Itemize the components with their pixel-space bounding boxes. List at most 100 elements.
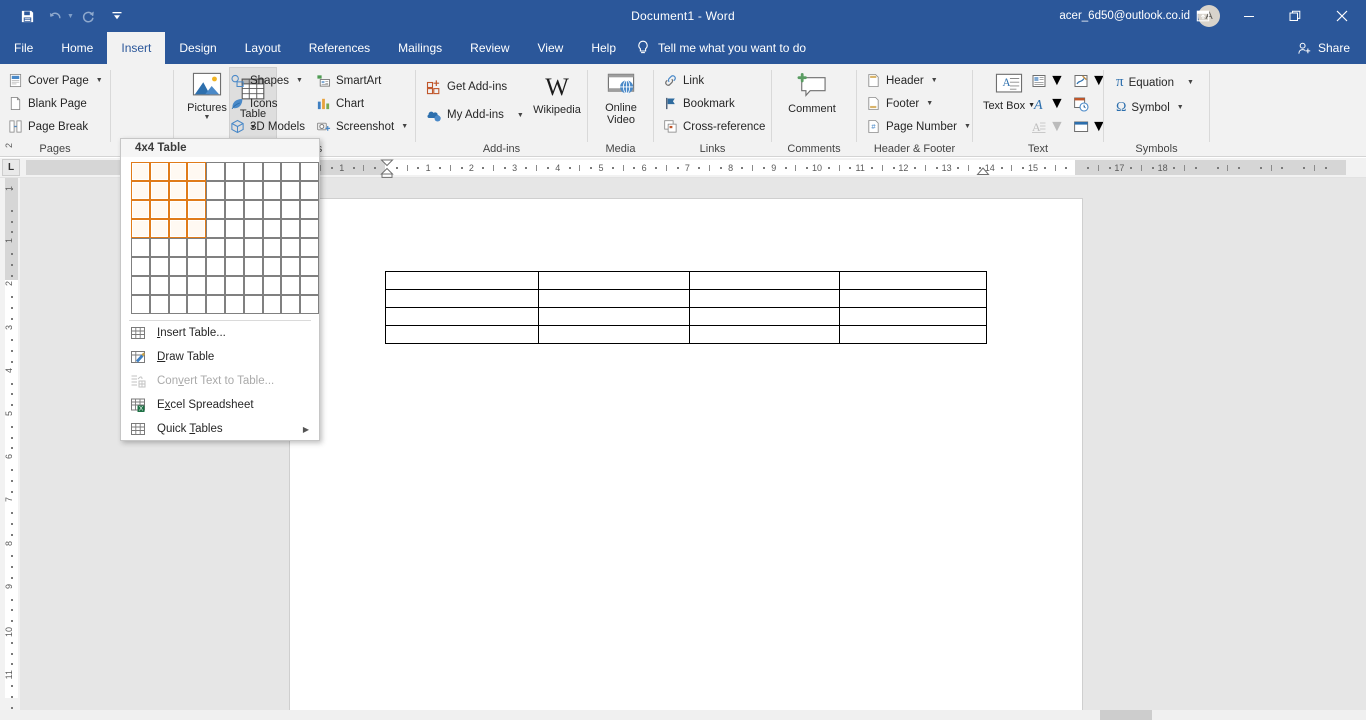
online-video-button[interactable]: Online Video xyxy=(593,68,649,126)
table-size-cell[interactable] xyxy=(149,238,169,257)
chevron-down-icon[interactable]: ▼ xyxy=(204,114,211,122)
page-number-button[interactable]: # Page Number ▼ xyxy=(866,115,971,138)
table-size-cell[interactable] xyxy=(131,162,150,181)
right-indent-marker[interactable] xyxy=(976,167,990,176)
table-size-cell[interactable] xyxy=(281,219,301,238)
table-cell[interactable] xyxy=(538,271,690,290)
tab-stop-selector[interactable]: L xyxy=(2,159,20,176)
table-size-cell[interactable] xyxy=(300,257,319,276)
table-size-cell[interactable] xyxy=(281,162,301,181)
menu-item-draw-table[interactable]: Draw Table xyxy=(121,345,319,369)
table-size-cell[interactable] xyxy=(131,257,150,276)
table-size-cell[interactable] xyxy=(131,238,150,257)
table-cell[interactable] xyxy=(688,289,840,308)
table-cell[interactable] xyxy=(838,271,988,290)
table-size-cell[interactable] xyxy=(187,181,207,200)
table-size-cell[interactable] xyxy=(187,276,207,295)
table-size-cell[interactable] xyxy=(149,200,169,219)
table-size-cell[interactable] xyxy=(187,238,207,257)
table-size-cell[interactable] xyxy=(149,276,169,295)
table-cell[interactable] xyxy=(538,325,690,344)
table-cell[interactable] xyxy=(538,289,690,308)
horizontal-scrollbar-thumb[interactable] xyxy=(1100,710,1152,720)
link-button[interactable]: Link xyxy=(663,69,765,92)
chevron-down-icon[interactable]: ▼ xyxy=(1177,104,1184,111)
table-size-cell[interactable] xyxy=(243,295,263,314)
table-size-cell[interactable] xyxy=(281,257,301,276)
table-size-cell[interactable] xyxy=(131,181,150,200)
table-cell[interactable] xyxy=(384,289,540,308)
get-add-ins-button[interactable]: Get Add-ins xyxy=(426,73,524,101)
table-size-grid-row[interactable] xyxy=(131,219,319,238)
table-size-grid-row[interactable] xyxy=(131,200,319,219)
table-size-cell[interactable] xyxy=(262,181,282,200)
tab-references[interactable]: References xyxy=(295,32,384,64)
table-cell[interactable] xyxy=(838,325,988,344)
document-page[interactable] xyxy=(290,199,1082,710)
share-button[interactable]: Share xyxy=(1289,32,1358,64)
table-size-cell[interactable] xyxy=(131,276,150,295)
table-size-grid-row[interactable] xyxy=(131,162,319,181)
text-box-button[interactable]: A Text Box ▼ xyxy=(981,68,1037,112)
table-size-cell[interactable] xyxy=(281,200,301,219)
table-size-cell[interactable] xyxy=(224,238,244,257)
tab-insert[interactable]: Insert xyxy=(107,32,166,64)
screenshot-button[interactable]: Screenshot ▼ xyxy=(316,115,408,138)
chevron-down-icon[interactable]: ▼ xyxy=(1049,118,1065,136)
icons-button[interactable]: Icons xyxy=(230,92,305,115)
date-time-button[interactable] xyxy=(1073,96,1089,112)
table-size-cell[interactable] xyxy=(187,219,207,238)
table-size-cell[interactable] xyxy=(206,200,225,219)
chevron-down-icon[interactable]: ▼ xyxy=(401,123,408,130)
table-cell[interactable] xyxy=(688,271,840,290)
table-cell[interactable] xyxy=(538,307,690,326)
table-size-cell[interactable] xyxy=(187,200,207,219)
header-button[interactable]: Header ▼ xyxy=(866,69,971,92)
table-size-cell[interactable] xyxy=(243,219,263,238)
table-cell[interactable] xyxy=(384,325,540,344)
table-size-cell[interactable] xyxy=(262,295,282,314)
wikipedia-button[interactable]: W Wikipedia xyxy=(528,70,586,116)
table-cell[interactable] xyxy=(384,271,540,290)
insert-table-dropdown[interactable]: 4x4 Table Insert Table... Draw Table Conve… xyxy=(120,138,320,441)
table-size-cell[interactable] xyxy=(149,219,169,238)
chevron-down-icon[interactable]: ▼ xyxy=(1187,79,1194,86)
table-size-cell[interactable] xyxy=(243,257,263,276)
tab-layout[interactable]: Layout xyxy=(231,32,295,64)
table-size-cell[interactable] xyxy=(300,219,319,238)
table-size-cell[interactable] xyxy=(168,219,188,238)
tab-view[interactable]: View xyxy=(524,32,578,64)
table-size-cell[interactable] xyxy=(187,295,207,314)
chevron-down-icon[interactable]: ▼ xyxy=(517,112,524,119)
drop-cap-button[interactable]: A xyxy=(1031,119,1047,135)
chevron-down-icon[interactable]: ▼ xyxy=(926,100,933,107)
table-size-cell[interactable] xyxy=(281,238,301,257)
table-size-grid-row[interactable] xyxy=(131,257,319,276)
blank-page-button[interactable]: Blank Page xyxy=(8,92,103,115)
table-size-cell[interactable] xyxy=(243,276,263,295)
table-size-cell[interactable] xyxy=(131,295,150,314)
table-size-cell[interactable] xyxy=(131,200,150,219)
table-size-cell[interactable] xyxy=(300,238,319,257)
bookmark-button[interactable]: Bookmark xyxy=(663,92,765,115)
table-size-grid-row[interactable] xyxy=(131,295,319,314)
table-size-cell[interactable] xyxy=(300,162,319,181)
table-size-cell[interactable] xyxy=(187,162,207,181)
table-size-cell[interactable] xyxy=(224,219,244,238)
tab-home[interactable]: Home xyxy=(47,32,107,64)
table-cell[interactable] xyxy=(838,289,988,308)
table-size-cell[interactable] xyxy=(262,162,282,181)
minimize-icon[interactable] xyxy=(1226,0,1272,32)
table-size-cell[interactable] xyxy=(224,181,244,200)
comment-button[interactable]: Comment xyxy=(784,69,840,115)
table-size-cell[interactable] xyxy=(243,162,263,181)
table-size-cell[interactable] xyxy=(206,219,225,238)
table-size-grid-row[interactable] xyxy=(131,276,319,295)
equation-button[interactable]: π Equation ▼ xyxy=(1116,70,1194,95)
footer-button[interactable]: Footer ▼ xyxy=(866,92,971,115)
table-size-cell[interactable] xyxy=(149,257,169,276)
table-size-cell[interactable] xyxy=(224,200,244,219)
my-add-ins-button[interactable]: My Add-ins ▼ xyxy=(426,101,524,129)
restore-icon[interactable] xyxy=(1272,0,1318,32)
menu-item-quick-tables[interactable]: Quick Tables ▶ xyxy=(121,417,319,441)
